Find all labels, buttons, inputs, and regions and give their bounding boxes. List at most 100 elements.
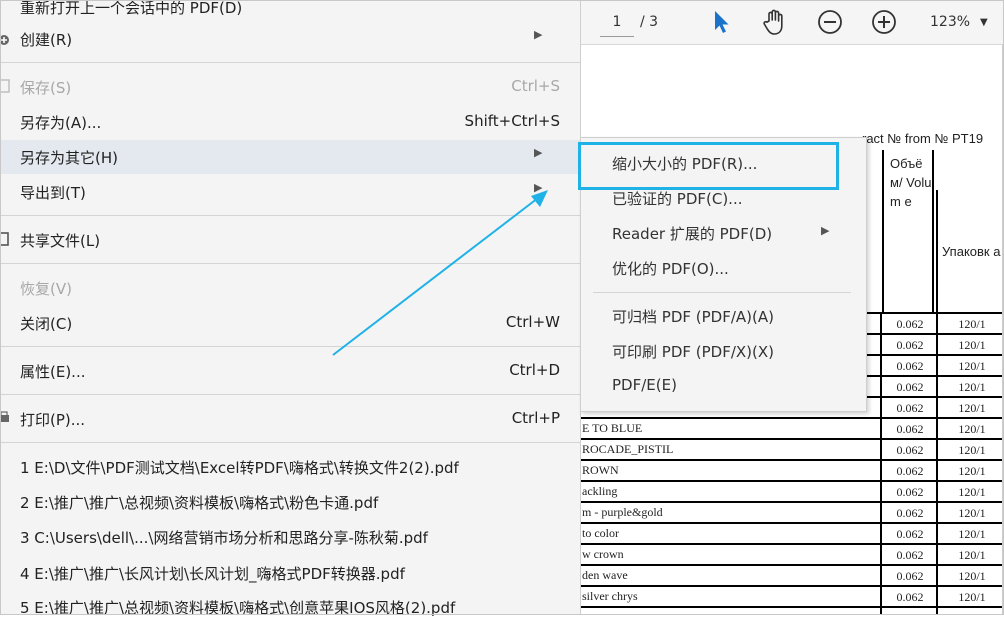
table-row: to color 0.062 120/1 [580, 522, 1004, 543]
table-cell-pack: 120/1 [958, 338, 986, 352]
table-cell-name: ROWN [582, 463, 619, 477]
menu-item-label: 关闭(C) [20, 315, 73, 333]
menu-item-label: 打印(P)... [20, 411, 86, 429]
submenu-item-label: Reader 扩展的 PDF(D) [612, 225, 773, 243]
table-cell-pack: 120/1 [958, 569, 986, 583]
menu-item-reopen[interactable]: 重新打开上一个会话中的 PDF(D) [0, 0, 580, 24]
table-cell-name: w crown [582, 547, 624, 561]
table-cell-vol: 0.062 [896, 443, 924, 457]
cursor-icon[interactable] [710, 8, 732, 36]
table-cell-pack: 120/1 [958, 443, 986, 457]
recent-file-2[interactable]: 2 E:\推广\推广\总视频\资料模板\嗨格式\粉色卡通.pdf [20, 492, 378, 513]
table-cell-pack: 120/1 [958, 317, 986, 331]
highlight-box [578, 142, 839, 190]
menu-item-label: 恢复(V) [20, 280, 72, 298]
table-cell-pack: 120/1 [958, 485, 986, 499]
submenu-item-optimized[interactable]: 优化的 PDF(O)... [581, 251, 866, 285]
menu-item-label: 另存为其它(H) [20, 149, 118, 167]
table-cell-name: silver chrys [582, 589, 638, 603]
menu-item-save[interactable]: 保存(S) Ctrl+S [0, 70, 580, 104]
submenu-item-label: 可归档 PDF (PDF/A)(A) [612, 308, 774, 326]
table-row: m - purple&gold 0.062 120/1 [580, 501, 1004, 522]
table-cell-name: den wave [582, 568, 628, 582]
zoom-out-icon[interactable] [816, 8, 844, 36]
chevron-down-icon: ▼ [980, 16, 988, 28]
menu-item-export-to[interactable]: 导出到(T) ▶ [0, 175, 580, 209]
page-number-input[interactable]: 1 [600, 8, 634, 37]
table-row: w crown 0.062 120/1 [580, 543, 1004, 564]
menu-item-properties[interactable]: 属性(E)... Ctrl+D [0, 354, 580, 388]
table-cell-vol: 0.062 [896, 485, 924, 499]
table-cell-name: E TO BLUE [582, 421, 643, 435]
menu-item-close[interactable]: 关闭(C) Ctrl+W [0, 306, 580, 340]
table-cell-name: ROCADE_PISTIL [582, 442, 674, 456]
table-cell-pack: 120/1 [958, 401, 986, 415]
table-cell-name: m - purple&gold [582, 505, 663, 519]
table-cell-vol: 0.062 [896, 548, 924, 562]
table-cell-vol: 0.062 [896, 590, 924, 604]
table-cell-pack: 120/1 [958, 527, 986, 541]
table-cell-pack: 120/1 [958, 506, 986, 520]
hand-icon[interactable] [760, 8, 790, 36]
save-icon [0, 79, 10, 93]
menu-item-label: 共享文件(L) [20, 232, 101, 250]
recent-file-3[interactable]: 3 C:\Users\dell\...\网络营销市场分析和思路分享-陈秋菊.pd… [20, 527, 428, 548]
recent-file-1[interactable]: 1 E:\D\文件\PDF测试文档\Excel转PDF\嗨格式\转换文件2(2)… [20, 457, 459, 478]
viewer-toolbar: 1 / 3 123% ▼ [580, 0, 1004, 45]
submenu-item-reader-extended[interactable]: Reader 扩展的 PDF(D) ▶ [581, 216, 866, 250]
submenu-item-archivable[interactable]: 可归档 PDF (PDF/A)(A) [581, 299, 866, 333]
table-cell-vol: 0.062 [896, 338, 924, 352]
table-cell-vol: 0.062 [896, 527, 924, 541]
menu-item-share-file[interactable]: 共享文件(L) [0, 223, 580, 257]
zoom-value: 123% [930, 14, 971, 30]
menu-item-shortcut: Ctrl+D [509, 361, 560, 379]
table-cell-pack: 120/1 [958, 359, 986, 373]
menu-item-shortcut: Ctrl+P [511, 409, 560, 427]
menu-item-label: 另存为(A)... [20, 114, 102, 132]
submenu-arrow-icon: ▶ [534, 28, 543, 41]
table-cell-name: to color [582, 526, 619, 540]
table-row: ROCADE_PISTIL 0.062 120/1 [580, 438, 1004, 459]
menu-item-revert[interactable]: 恢复(V) [0, 271, 580, 305]
zoom-in-icon[interactable] [870, 8, 898, 36]
menu-item-shortcut: Ctrl+W [505, 313, 560, 331]
table-cell-pack: 120/1 [958, 380, 986, 394]
menu-item-label: 重新打开上一个会话中的 PDF(D) [20, 0, 243, 17]
menu-item-save-as-other[interactable]: 另存为其它(H) ▶ [0, 140, 580, 174]
table-row [580, 606, 1004, 615]
menu-item-save-as[interactable]: 另存为(A)... Shift+Ctrl+S [0, 105, 580, 139]
table-row: den wave 0.062 120/1 [580, 564, 1004, 585]
submenu-item-label: 已验证的 PDF(C)... [612, 190, 743, 208]
table-cell-vol: 0.062 [896, 380, 924, 394]
recent-file-4[interactable]: 4 E:\推广\推广\长风计划\长风计划_嗨格式PDF转换器.pdf [20, 563, 405, 584]
share-icon [0, 232, 9, 246]
table-cell-vol: 0.062 [896, 317, 924, 331]
menu-item-shortcut: Shift+Ctrl+S [464, 112, 560, 130]
table-row: E TO BLUE 0.062 120/1 [580, 417, 1004, 438]
page-total-label: / 3 [640, 14, 659, 30]
menu-item-print[interactable]: 打印(P)... Ctrl+P [0, 402, 580, 436]
table-cell-pack: 120/1 [958, 422, 986, 436]
submenu-arrow-icon: ▶ [534, 146, 543, 159]
menu-item-shortcut: Ctrl+S [511, 77, 560, 95]
table-cell-pack: 120/1 [958, 548, 986, 562]
table-cell-pack: 120/1 [958, 590, 986, 604]
printer-icon [0, 411, 9, 422]
create-icon [0, 35, 9, 45]
table-row: ROWN 0.062 120/1 [580, 459, 1004, 480]
submenu-arrow-icon: ▶ [821, 224, 830, 237]
table-cell-vol: 0.062 [896, 422, 924, 436]
menu-item-label: 创建(R) [20, 31, 73, 49]
column-header-volume: Объё м/ Volum е [882, 150, 934, 312]
submenu-item-printable[interactable]: 可印刷 PDF (PDF/X)(X) [581, 334, 866, 368]
submenu-item-label: 优化的 PDF(O)... [612, 260, 729, 278]
zoom-select[interactable]: 123% ▼ [930, 8, 1000, 36]
menu-item-label: 保存(S) [20, 79, 72, 97]
table-cell-vol: 0.062 [896, 359, 924, 373]
submenu-separator [593, 292, 851, 293]
table-cell-vol: 0.062 [896, 506, 924, 520]
menu-item-create[interactable]: 创建(R) ▶ [0, 22, 580, 56]
menu-item-label: 导出到(T) [20, 184, 86, 202]
submenu-item-pdf-e[interactable]: PDF/E(E) [581, 369, 866, 403]
table-cell-name: ackling [582, 484, 618, 498]
